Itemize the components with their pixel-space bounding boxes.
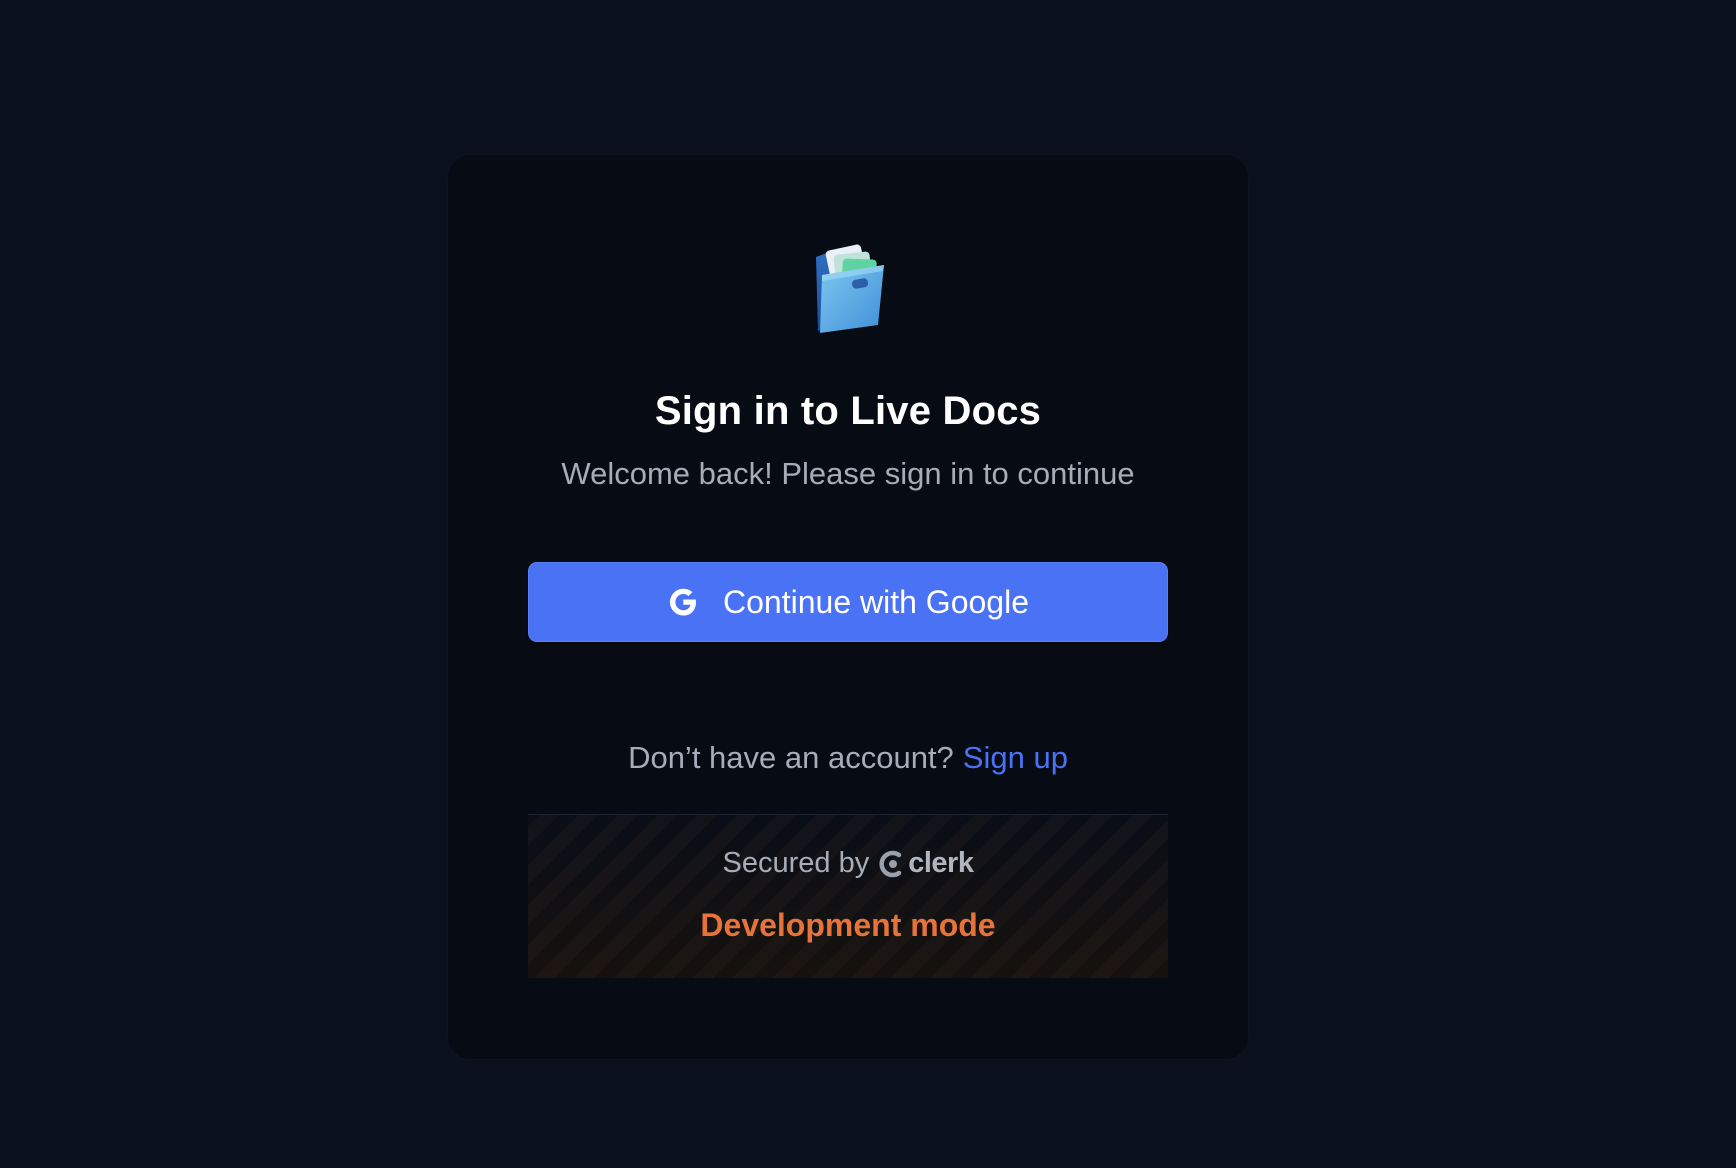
clerk-footer: Secured by clerk Development mode bbox=[528, 814, 1168, 978]
development-mode-label: Development mode bbox=[700, 907, 996, 943]
clerk-icon bbox=[879, 850, 902, 877]
signup-prompt-row: Don’t have an account? Sign up bbox=[448, 740, 1248, 776]
sign-up-link[interactable]: Sign up bbox=[963, 740, 1068, 775]
continue-with-google-button[interactable]: Continue with Google bbox=[528, 562, 1168, 642]
page: { "signin": { "logo_icon": "file-folder-… bbox=[0, 0, 1736, 1168]
signin-card: Sign in to Live Docs Welcome back! Pleas… bbox=[448, 155, 1248, 1059]
secured-by-row: Secured by clerk bbox=[528, 847, 1168, 880]
page-title: Sign in to Live Docs bbox=[654, 389, 1042, 433]
page-subtitle: Welcome back! Please sign in to continue bbox=[561, 456, 1135, 491]
google-button-label: Continue with Google bbox=[723, 583, 1029, 620]
google-icon bbox=[667, 586, 699, 618]
signup-prompt-text: Don’t have an account? bbox=[628, 740, 954, 775]
secured-by-text: Secured by bbox=[722, 847, 870, 879]
clerk-wordmark: clerk bbox=[908, 847, 974, 879]
file-folder-icon bbox=[808, 243, 892, 335]
clerk-logo[interactable]: clerk bbox=[879, 847, 974, 880]
